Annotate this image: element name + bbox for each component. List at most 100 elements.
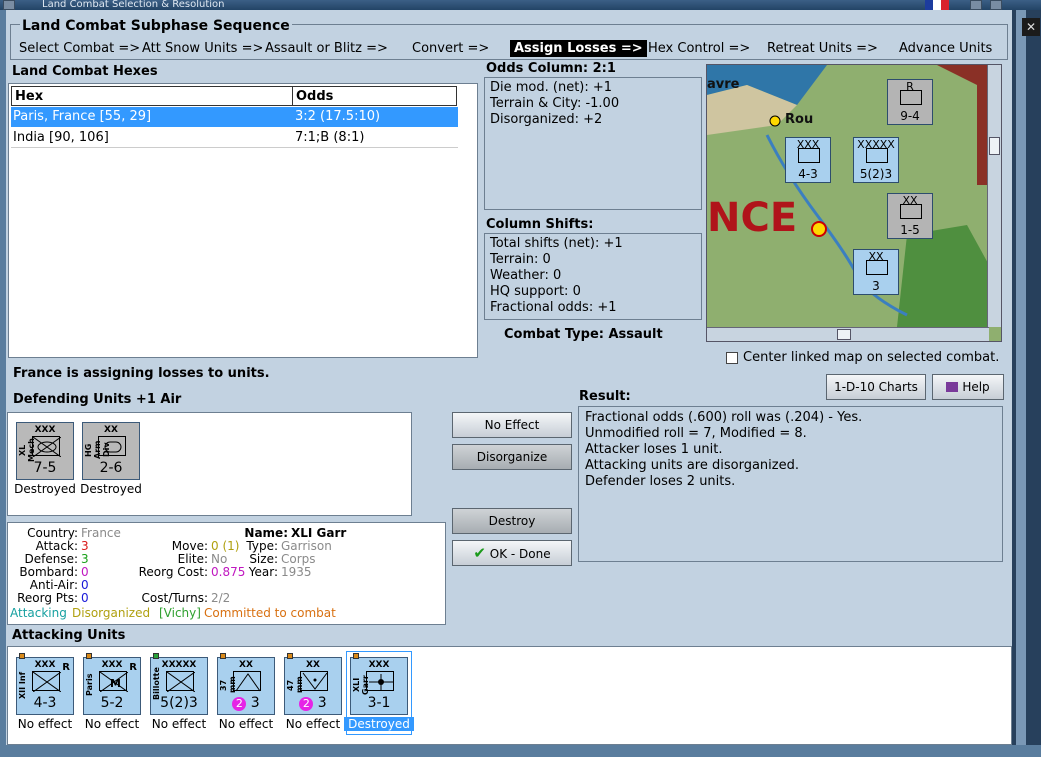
defense-label: Defense: (24, 552, 78, 566)
symbol-svg (166, 671, 196, 693)
map-vertical-scrollbar[interactable] (987, 65, 1001, 327)
help-button[interactable]: Help (932, 374, 1004, 400)
odds-column-header[interactable]: Odds (292, 86, 457, 106)
window-menu-icon[interactable] (3, 0, 15, 10)
seq-step-assign-losses[interactable]: Assign Losses => (510, 40, 647, 57)
seq-step-convert[interactable]: Convert => (408, 40, 493, 57)
attacking-unit-status: No effect (218, 717, 274, 731)
name-value: XLI Garr (291, 526, 347, 540)
map-unit-counter[interactable]: XX 1-5 (887, 193, 933, 239)
hex-row[interactable]: India [90, 106] 7:1;B (8:1) (11, 128, 458, 148)
seq-step-advance[interactable]: Advance Units (895, 40, 996, 57)
defense-value: 3 (81, 552, 89, 566)
mech-infantry-symbol-icon (32, 436, 62, 458)
seq-step-retreat[interactable]: Retreat Units => (763, 40, 882, 57)
symbol-svg (369, 674, 393, 690)
attacking-unit-status: No effect (285, 717, 341, 731)
disorganize-button[interactable]: Disorganize (452, 444, 572, 470)
odds-column-box: Die mod. (net): +1 Terrain & City: -1.00… (484, 77, 702, 210)
attacking-unit-counter[interactable]: XXXXX Billotte 5(2)3 (150, 653, 208, 715)
help-button-label: Help (962, 380, 990, 394)
bombard-label: Bombard: (19, 565, 78, 579)
infantry-symbol-icon (866, 148, 888, 163)
result-line: Attacking units are disorganized. (585, 458, 799, 473)
attacking-unit-status: No effect (84, 717, 140, 731)
unit-value: 5(2)3 (160, 695, 198, 711)
no-effect-button[interactable]: No Effect (452, 412, 572, 438)
infantry-symbol-icon (900, 90, 922, 105)
map-label-havre: avre (707, 77, 740, 92)
minimize-icon[interactable] (970, 0, 982, 10)
defending-unit-status: Destroyed (14, 482, 76, 496)
map-unit-counter[interactable]: XXXXX 5(2)3 (853, 137, 899, 183)
close-icon[interactable]: ✕ (1022, 18, 1040, 36)
symbol-svg (235, 673, 261, 692)
unit-value: 3-1 (367, 695, 391, 711)
window-frame-inner (1016, 10, 1026, 757)
attack-value: 3 (81, 539, 89, 553)
country-value: France (81, 526, 121, 540)
defending-unit-counter[interactable]: XX HG Arm Div 2-6 (82, 422, 140, 480)
unit-size: XX (239, 660, 253, 670)
combat-map[interactable]: avre Rou NCE XXX 4-3 XXXXX 5(2)3 XX 1-5 … (706, 64, 1002, 342)
seq-step-assault-blitz[interactable]: Assault or Blitz => (261, 40, 392, 57)
status-dot (153, 653, 159, 659)
map-unit-counter[interactable]: XX 3 (853, 249, 899, 295)
unit-value: 4-3 (33, 695, 57, 711)
map-unit-counter[interactable]: XXX 4-3 (785, 137, 831, 183)
unit-value-row: 2 3 (285, 695, 341, 711)
shift-line: Terrain: 0 (490, 252, 551, 267)
map-vertical-scroll-thumb[interactable] (989, 137, 1000, 155)
window-frame-bottom (0, 745, 1041, 757)
attacking-unit-counter[interactable]: XXX XLI Garr 3-1 (350, 653, 408, 715)
attacking-unit-counter[interactable]: XX 37 mm 2 3 (217, 653, 275, 715)
seq-step-select-combat[interactable]: Select Combat => (15, 40, 144, 57)
maximize-icon[interactable] (990, 0, 1002, 10)
seq-step-att-snow[interactable]: Att Snow Units => (138, 40, 267, 57)
map-label-france: NCE (707, 195, 798, 241)
hex-column-header[interactable]: Hex (11, 86, 293, 106)
shift-line: Weather: 0 (490, 268, 562, 283)
map-unit-value: 1-5 (900, 223, 920, 237)
bombard-value: 0 (81, 565, 89, 579)
flag-disorganized: Disorganized (72, 606, 151, 620)
attacking-unit-counter[interactable]: XXX R XII Inf 4-3 (16, 653, 74, 715)
help-book-icon (946, 382, 959, 392)
center-map-checkbox[interactable] (726, 352, 738, 364)
france-flag-icon (925, 0, 949, 10)
center-map-label: Center linked map on selected combat. (743, 350, 1000, 365)
map-horizontal-scrollbar[interactable] (707, 327, 989, 341)
odds-line: Die mod. (net): +1 (490, 80, 613, 95)
status-dot (86, 653, 92, 659)
map-horizontal-scroll-thumb[interactable] (837, 329, 851, 340)
charts-button[interactable]: 1-D-10 Charts (826, 374, 926, 400)
year-label: Year: (248, 565, 278, 579)
unit-details-box: Country: France Attack: 3 Defense: 3 Bom… (7, 522, 446, 625)
move-value: 0 (1) (211, 539, 240, 553)
anti-air-symbol-icon (300, 671, 328, 691)
shift-line: Total shifts (net): +1 (490, 236, 623, 251)
column-shifts-title: Column Shifts: (486, 217, 594, 232)
unit-value: 7-5 (33, 460, 57, 476)
infantry-symbol-icon (166, 671, 196, 693)
ok-done-button[interactable]: ✔ OK - Done (452, 540, 572, 566)
defending-unit-counter[interactable]: XXX XL Mech 7-5 (16, 422, 74, 480)
unit-value-2: 3 (250, 695, 260, 711)
result-line: Attacker loses 1 unit. (585, 442, 723, 457)
seq-step-hex-control[interactable]: Hex Control => (644, 40, 754, 57)
flag-committed: Committed to combat (204, 606, 336, 620)
destroy-button[interactable]: Destroy (452, 508, 572, 534)
symbol-svg (302, 672, 328, 690)
hex-row[interactable]: Paris, France [55, 29] 3:2 (17.5:10) (11, 107, 458, 127)
status-dot (287, 653, 293, 659)
map-unit-counter[interactable]: R 9-4 (887, 79, 933, 125)
symbol-svg (104, 441, 122, 453)
infantry-symbol-icon (798, 148, 820, 163)
cost-turns-label: Cost/Turns: (141, 591, 208, 605)
unit-tag: R (129, 662, 137, 673)
status-message: France is assigning losses to units. (13, 366, 270, 381)
type-label: Type: (246, 539, 278, 553)
attacking-unit-counter[interactable]: XX 47 mm 2 3 (284, 653, 342, 715)
border-line (937, 65, 989, 185)
attacking-unit-counter[interactable]: XXX R Paris M 5-2 (83, 653, 141, 715)
